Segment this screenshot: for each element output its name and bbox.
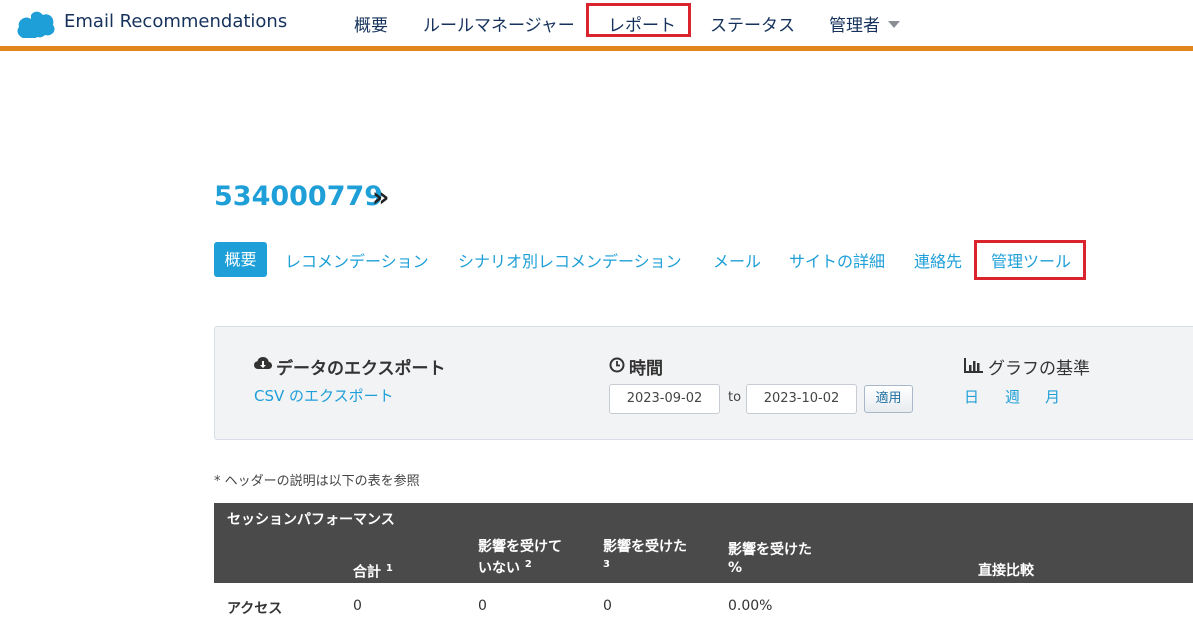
column-header-direct-comparison: 直接比較 — [978, 563, 1034, 579]
nav-admin-menu[interactable]: 管理者 — [829, 11, 900, 36]
cell-affected-percent: 0.00% — [728, 598, 773, 614]
nav-overview[interactable]: 概要 — [354, 11, 388, 36]
cloud-download-icon — [254, 357, 272, 369]
subtab-recommendations[interactable]: レコメンデーション — [285, 248, 429, 272]
nav-reports[interactable]: レポート — [608, 11, 676, 36]
nav-status[interactable]: ステータス — [710, 11, 795, 36]
chevron-down-icon — [888, 20, 900, 28]
clock-icon — [609, 357, 625, 373]
period-day-link[interactable]: 日 — [964, 386, 979, 407]
period-week-link[interactable]: 週 — [1005, 386, 1020, 407]
apply-button[interactable]: 適用 — [864, 385, 913, 413]
subtab-contacts[interactable]: 連絡先 — [914, 248, 962, 272]
column-header-not-affected: 影響を受けて いない 2 — [478, 539, 562, 577]
app-title[interactable]: Email Recommendations — [64, 11, 287, 32]
breadcrumb-separator: » — [372, 182, 390, 213]
table-title: セッションパフォーマンス — [227, 512, 395, 528]
subtab-site-details[interactable]: サイトの詳細 — [789, 248, 885, 272]
filter-panel — [214, 326, 1193, 440]
top-navbar: Email Recommendations 概要 ルールマネージャー レポート … — [0, 0, 1193, 46]
header-note: * ヘッダーの説明は以下の表を参照 — [214, 474, 420, 489]
salesforce-cloud-icon[interactable] — [14, 10, 56, 38]
cell-total: 0 — [353, 598, 362, 614]
subtab-admin-tools[interactable]: 管理ツール — [991, 248, 1071, 272]
nav-admin-label: 管理者 — [829, 16, 880, 36]
date-range-to-label: to — [728, 390, 742, 405]
column-header-affected-percent: 影響を受けた % — [728, 542, 812, 576]
date-from-input[interactable]: 2023-09-02 — [609, 384, 720, 414]
column-header-affected: 影響を受けた 3 — [603, 539, 687, 570]
graph-heading: グラフの基準 — [988, 359, 1090, 379]
time-heading: 時間 — [629, 359, 663, 379]
bar-chart-icon — [964, 358, 983, 373]
accent-bar — [0, 46, 1193, 51]
csv-export-link[interactable]: CSV のエクスポート — [254, 385, 394, 406]
account-id-link[interactable]: 534000779 — [214, 181, 383, 212]
export-heading: データのエクスポート — [276, 359, 446, 379]
cell-not-affected: 0 — [478, 598, 487, 614]
subtab-scenario-recommendations[interactable]: シナリオ別レコメンデーション — [458, 248, 682, 272]
subtab-overview[interactable]: 概要 — [214, 242, 267, 277]
period-month-link[interactable]: 月 — [1045, 386, 1060, 407]
column-header-total: 合計 1 — [353, 563, 393, 581]
nav-rule-manager[interactable]: ルールマネージャー — [423, 11, 575, 36]
cell-affected: 0 — [603, 598, 612, 614]
row-label-access: アクセス — [227, 601, 283, 617]
date-to-input[interactable]: 2023-10-02 — [746, 384, 857, 414]
subtab-email[interactable]: メール — [713, 248, 761, 272]
